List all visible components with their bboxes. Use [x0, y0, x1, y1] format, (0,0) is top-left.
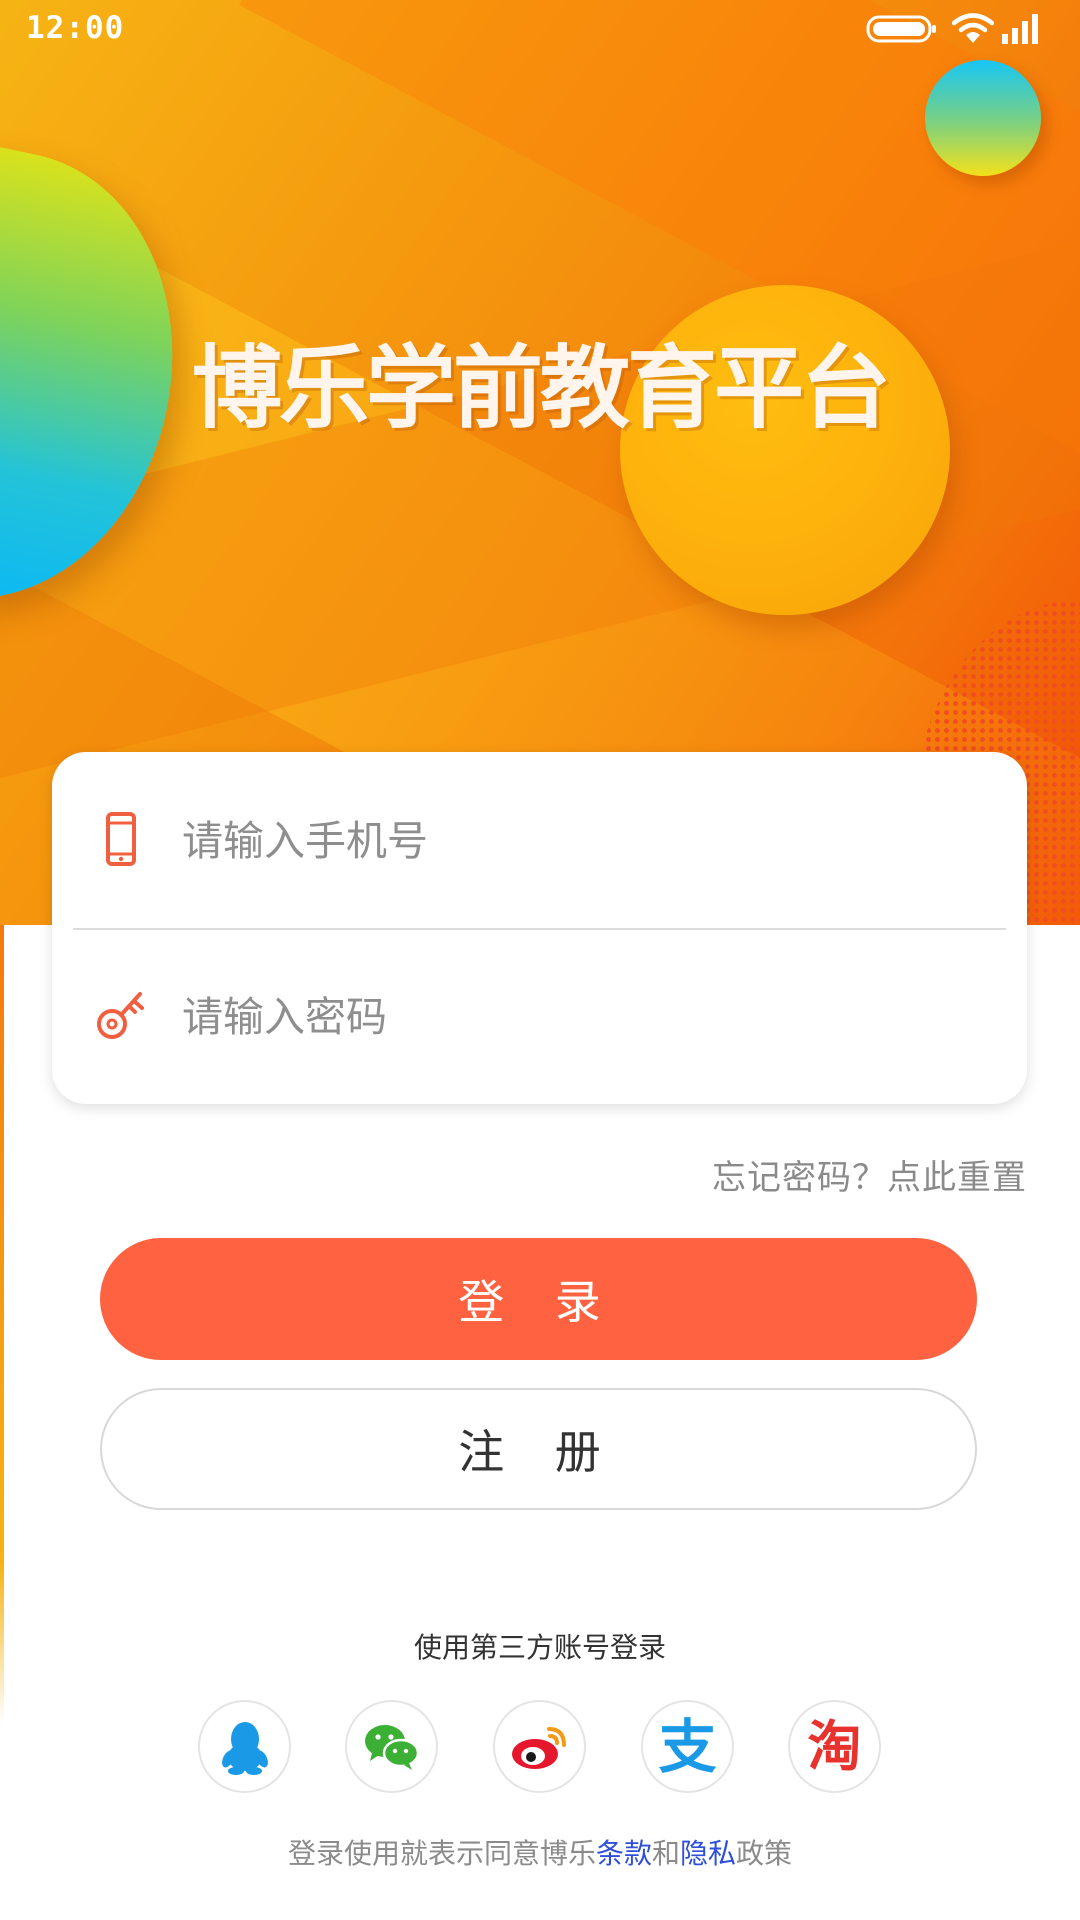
agreement-prefix: 登录使用就表示同意博乐 — [287, 1837, 596, 1870]
battery-icon — [866, 15, 936, 43]
wechat-login-button[interactable] — [345, 1700, 438, 1793]
phone-field-row — [52, 752, 1027, 928]
taobao-icon: 淘 — [807, 1714, 862, 1778]
register-button[interactable]: 注 册 — [100, 1388, 977, 1510]
forgot-password-link[interactable]: 忘记密码？点此重置 — [712, 1150, 1027, 1199]
phone-icon — [106, 812, 136, 866]
taobao-login-button[interactable]: 淘 — [788, 1700, 881, 1793]
password-input[interactable] — [180, 980, 964, 1054]
weibo-login-button[interactable] — [493, 1700, 586, 1793]
wifi-icon — [952, 13, 994, 43]
alipay-login-button[interactable]: 支 — [641, 1700, 734, 1793]
agreement-suffix: 政策 — [736, 1837, 793, 1870]
login-button[interactable]: 登 录 — [100, 1238, 977, 1360]
app-title: 博乐学前教育平台 — [192, 336, 891, 441]
status-bar: 12:00 — [0, 0, 1080, 58]
signal-icon — [1002, 14, 1038, 44]
password-field-row — [52, 928, 1027, 1104]
wechat-icon — [364, 1724, 419, 1770]
weibo-icon — [511, 1726, 566, 1769]
decor-small-orb — [925, 60, 1041, 176]
third-party-title: 使用第三方账号登录 — [413, 1631, 666, 1664]
login-card — [52, 752, 1027, 1104]
decor-strip — [0, 925, 4, 1725]
alipay-icon: 支 — [658, 1712, 717, 1781]
phone-input[interactable] — [180, 804, 964, 878]
status-time: 12:00 — [26, 10, 125, 46]
agreement-text: 登录使用就表示同意博乐条款和隐私政策 — [0, 1832, 1080, 1872]
key-icon — [97, 992, 144, 1039]
agreement-and: 和 — [651, 1837, 680, 1870]
privacy-link[interactable]: 隐私 — [680, 1837, 736, 1870]
terms-link[interactable]: 条款 — [596, 1837, 652, 1870]
qq-login-button[interactable] — [198, 1700, 291, 1793]
qq-penguin-icon — [221, 1721, 268, 1775]
